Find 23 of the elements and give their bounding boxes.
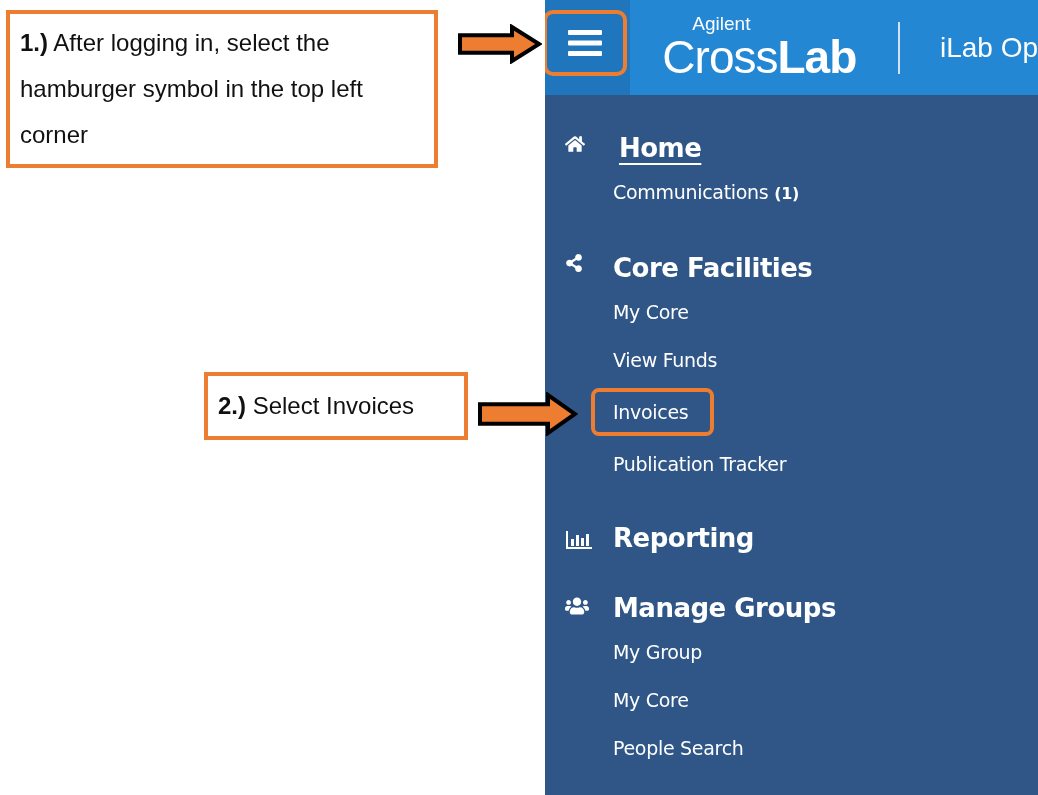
share-icon (565, 254, 583, 272)
menu-button[interactable] (545, 10, 627, 76)
arrow-icon (458, 24, 542, 64)
nav-link[interactable]: Communications (1) (613, 172, 800, 214)
nav-link[interactable]: People Search (613, 728, 744, 768)
instruction-callout: 1.) After logging in, select the hamburger symbol in the top left corner (6, 10, 438, 168)
nav-link[interactable]: Invoices (591, 388, 715, 436)
nav-heading[interactable]: Core Facilities (613, 248, 813, 288)
app-title: iLab Op (939, 31, 1038, 64)
nav-heading[interactable]: Home (619, 128, 702, 168)
home-icon (565, 134, 585, 154)
logo-text: Agilent (692, 14, 752, 33)
instruction-callout: 2.) Select Invoices (204, 372, 468, 440)
nav-link[interactable]: My Core (613, 680, 689, 720)
menu-icon (568, 29, 602, 57)
nav-link[interactable]: My Core (613, 292, 689, 332)
nav-link[interactable]: View Funds (613, 340, 718, 380)
arrow-icon (478, 392, 578, 436)
nav-link[interactable]: My Group (613, 632, 703, 672)
nav-heading[interactable]: Reporting (613, 518, 754, 558)
bar-chart-icon (565, 530, 593, 550)
nav-link[interactable]: Publication Tracker (613, 444, 787, 484)
nav-heading[interactable]: Manage Groups (613, 588, 836, 628)
